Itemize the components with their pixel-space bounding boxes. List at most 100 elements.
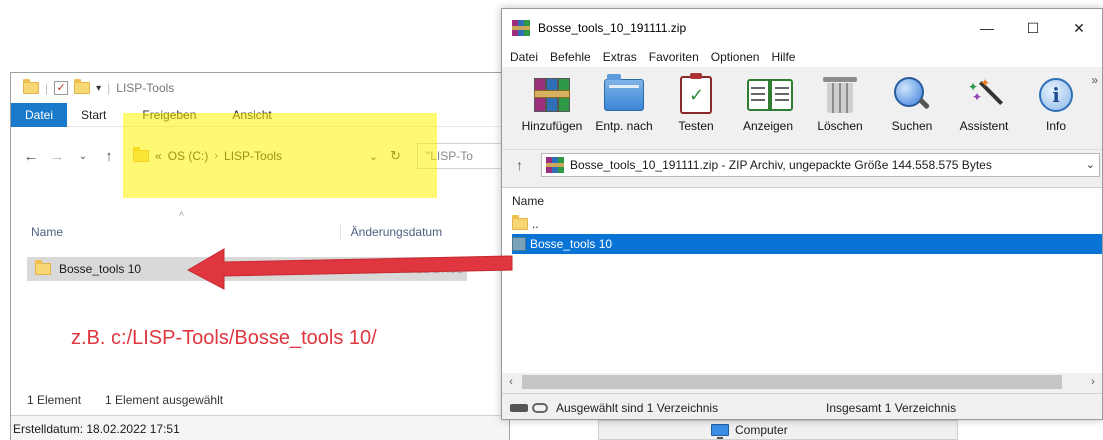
- delete-button[interactable]: Löschen: [804, 75, 876, 133]
- password-key-icon[interactable]: [532, 402, 548, 413]
- extract-to-label: Entp. nach: [595, 119, 653, 133]
- toolbar-overflow-icon[interactable]: »: [1091, 73, 1098, 87]
- status-total: Insgesamt 1 Verzeichnis: [826, 400, 957, 415]
- maximize-icon[interactable]: ☐: [1010, 9, 1056, 47]
- search-input[interactable]: "LISP-To: [417, 143, 507, 169]
- refresh-icon[interactable]: ↻: [384, 148, 407, 164]
- sort-caret-icon: ^: [179, 211, 184, 222]
- horizontal-scrollbar[interactable]: ‹ ›: [502, 373, 1102, 391]
- folder-icon: [23, 79, 39, 94]
- scroll-track[interactable]: [520, 375, 1084, 389]
- customize-quick-access-icon[interactable]: ▾: [96, 83, 101, 94]
- archive-icon: [546, 156, 564, 173]
- wizard-button[interactable]: ✦ ✦ ✦ Assistent: [948, 75, 1020, 133]
- find-button[interactable]: Suchen: [876, 75, 948, 133]
- window-controls: — ☐ ✕: [964, 9, 1102, 47]
- scroll-right-icon[interactable]: ›: [1084, 376, 1102, 388]
- recent-locations-icon[interactable]: ⌄: [75, 151, 91, 162]
- separator: |: [107, 81, 111, 95]
- column-date[interactable]: Änderungsdatum: [339, 225, 479, 239]
- up-folder-icon[interactable]: ↑: [516, 157, 523, 173]
- find-icon: [894, 77, 930, 113]
- find-label: Suchen: [891, 119, 933, 133]
- explorer-statusbar: 1 Element 1 Element ausgewählt: [11, 389, 509, 411]
- file-date: 18.02.2022 17:51: [369, 262, 463, 276]
- menu-optionen[interactable]: Optionen: [711, 50, 766, 64]
- tab-ansicht[interactable]: Ansicht: [210, 103, 285, 127]
- path-row: ↑ Bosse_tools_10_191111.zip - ZIP Archiv…: [502, 149, 1102, 179]
- column-name[interactable]: ^ Name: [11, 211, 340, 239]
- test-label: Testen: [678, 119, 714, 133]
- view-label: Anzeigen: [742, 119, 794, 133]
- explorer-titlebar: | ✓ ▾ | LISP-Tools: [11, 73, 509, 103]
- folder-icon: [35, 260, 51, 275]
- list-item-selected[interactable]: Bosse_tools 10: [512, 234, 1102, 254]
- add-label: Hinzufügen: [521, 119, 583, 133]
- breadcrumb-overflow[interactable]: «: [155, 149, 162, 163]
- winrar-app-icon: [512, 20, 530, 36]
- tab-start[interactable]: Start: [67, 103, 120, 127]
- tab-freigeben[interactable]: Freigeben: [120, 103, 210, 127]
- path-hint: z.B. c:/LISP-Tools/Bosse_tools 10/: [71, 327, 377, 349]
- window-title: Bosse_tools_10_191111.zip: [538, 21, 687, 35]
- extract-to-button[interactable]: Entp. nach: [588, 74, 660, 133]
- winrar-window: Bosse_tools_10_191111.zip — ☐ ✕ Datei Be…: [501, 8, 1103, 420]
- wizard-icon: ✦ ✦ ✦: [966, 77, 1002, 113]
- list-item-name: ..: [532, 217, 539, 231]
- add-button[interactable]: Hinzufügen: [516, 75, 588, 133]
- up-icon[interactable]: ↑: [101, 148, 117, 165]
- delete-icon: [823, 77, 857, 113]
- list-item-name: Bosse_tools 10: [530, 237, 613, 251]
- folder-icon: [133, 147, 149, 162]
- menu-extras[interactable]: Extras: [603, 50, 643, 64]
- properties-icon[interactable]: ✓: [54, 81, 69, 95]
- drive-icon[interactable]: [510, 403, 528, 412]
- background-window-strip: Computer: [598, 420, 958, 440]
- computer-icon: [711, 424, 729, 439]
- menu-bar: Datei Befehle Extras Favoriten Optionen …: [502, 47, 1102, 67]
- folder-icon: [512, 237, 526, 251]
- computer-label: Computer: [735, 423, 788, 437]
- test-icon: ✓: [680, 73, 712, 114]
- delete-label: Löschen: [817, 119, 863, 133]
- status-selected: Ausgewählt sind 1 Verzeichnis: [556, 400, 719, 415]
- status-selected: 1 Element ausgewählt: [105, 393, 224, 407]
- file-name: Bosse_tools 10: [59, 262, 142, 276]
- address-bar[interactable]: « OS (C:) › LISP-Tools ⌄ ↻: [127, 143, 407, 169]
- forward-icon[interactable]: →: [49, 148, 65, 165]
- winrar-statusbar: Ausgewählt sind 1 Verzeichnis Insgesamt …: [502, 393, 1102, 419]
- breadcrumb-folder[interactable]: LISP-Tools: [224, 149, 282, 163]
- breadcrumb-separator[interactable]: ›: [214, 150, 218, 162]
- toolbar: Hinzufügen Entp. nach ✓ Testen Anzeigen …: [502, 67, 1102, 149]
- path-dropdown-icon[interactable]: ⌄: [1086, 158, 1099, 171]
- file-row[interactable]: Bosse_tools 10 18.02.2022 17:51: [27, 257, 467, 281]
- column-name-label: Name: [31, 225, 64, 239]
- menu-hilfe[interactable]: Hilfe: [771, 50, 801, 64]
- menu-datei[interactable]: Datei: [510, 50, 544, 64]
- close-icon[interactable]: ✕: [1056, 9, 1102, 47]
- address-dropdown-icon[interactable]: ⌄: [369, 150, 378, 163]
- menu-befehle[interactable]: Befehle: [550, 50, 597, 64]
- minimize-icon[interactable]: —: [964, 9, 1010, 47]
- info-button[interactable]: i Info: [1020, 75, 1092, 133]
- status-count: 1 Element: [27, 393, 82, 407]
- breadcrumb-drive[interactable]: OS (C:): [168, 149, 209, 163]
- test-button[interactable]: ✓ Testen: [660, 73, 732, 133]
- column-headers: ^ Name Änderungsdatum: [11, 211, 509, 249]
- tab-datei[interactable]: Datei: [11, 102, 68, 127]
- view-button[interactable]: Anzeigen: [732, 75, 804, 133]
- details-bar: Erstelldatum: 18.02.2022 17:51: [11, 415, 509, 440]
- scroll-thumb[interactable]: [522, 375, 1062, 389]
- column-name[interactable]: Name: [502, 188, 1102, 214]
- created-date: Erstelldatum: 18.02.2022 17:51: [13, 421, 180, 436]
- back-icon[interactable]: ←: [23, 148, 39, 165]
- archive-path-field[interactable]: Bosse_tools_10_191111.zip - ZIP Archiv, …: [541, 152, 1100, 177]
- scroll-left-icon[interactable]: ‹: [502, 376, 520, 388]
- info-label: Info: [1045, 119, 1066, 133]
- archive-path-text: Bosse_tools_10_191111.zip - ZIP Archiv, …: [570, 157, 992, 172]
- explorer-window: | ✓ ▾ | LISP-Tools Datei Start Freigeben…: [10, 72, 510, 440]
- list-item[interactable]: ..: [502, 214, 1102, 234]
- add-archive-icon: [534, 78, 570, 112]
- new-folder-icon[interactable]: [74, 79, 91, 94]
- menu-favoriten[interactable]: Favoriten: [649, 50, 705, 64]
